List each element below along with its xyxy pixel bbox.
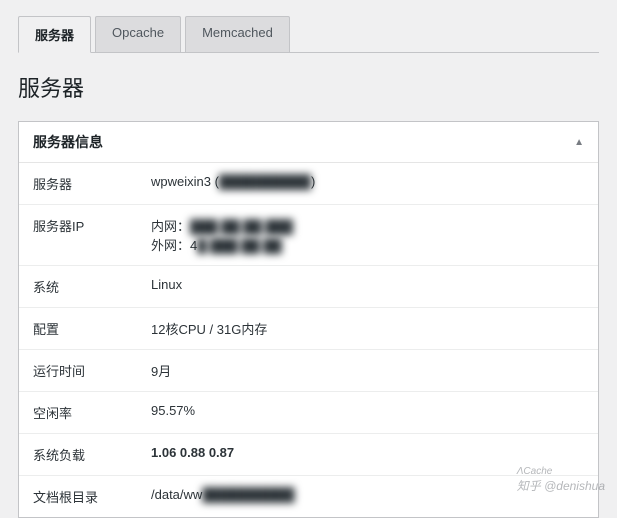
row-value-server-name: wpweixin3 (██████████) xyxy=(137,163,598,205)
tab-server[interactable]: 服务器 xyxy=(18,16,91,53)
server-hostname-tail: ) xyxy=(311,174,315,189)
panel-header[interactable]: 服务器信息 ▲ xyxy=(19,122,598,163)
table-row: 服务器IP 内网：███.██.██.███ 外网：4█.███.██.██ xyxy=(19,205,598,266)
server-info-table: 服务器 wpweixin3 (██████████) 服务器IP 内网：███.… xyxy=(19,163,598,517)
row-label: 配置 xyxy=(19,308,137,350)
table-row: 空闲率 95.57% xyxy=(19,392,598,434)
server-hostname: wpweixin3 ( xyxy=(151,174,219,189)
tab-memcached[interactable]: Memcached xyxy=(185,16,290,52)
table-row: 系统负载 1.06 0.88 0.87 xyxy=(19,434,598,476)
table-row: 服务器 wpweixin3 (██████████) xyxy=(19,163,598,205)
page-title: 服务器 xyxy=(18,71,599,103)
row-label: 系统 xyxy=(19,266,137,308)
row-value-server-ip: 内网：███.██.██.███ 外网：4█.███.██.██ xyxy=(137,205,598,266)
table-row: 系统 Linux xyxy=(19,266,598,308)
table-row: 运行时间 9月 xyxy=(19,350,598,392)
server-info-panel: 服务器信息 ▲ 服务器 wpweixin3 (██████████) 服务器IP… xyxy=(18,121,599,518)
row-value-docroot: /data/ww██████████ xyxy=(137,476,598,518)
row-value-load: 1.06 0.88 0.87 xyxy=(137,434,598,476)
tab-opcache[interactable]: Opcache xyxy=(95,16,181,52)
row-label: 服务器 xyxy=(19,163,137,205)
redacted-text: ███.██.██.███ xyxy=(190,219,293,234)
row-value-uptime: 9月 xyxy=(137,350,598,392)
external-ip-label: 外网： xyxy=(151,238,190,253)
redacted-text: ██████████ xyxy=(219,174,311,189)
row-label: 空闲率 xyxy=(19,392,137,434)
row-label: 文档根目录 xyxy=(19,476,137,518)
row-value-idle: 95.57% xyxy=(137,392,598,434)
table-row: 配置 12核CPU / 31G内存 xyxy=(19,308,598,350)
row-value-config: 12核CPU / 31G内存 xyxy=(137,308,598,350)
panel-title: 服务器信息 xyxy=(33,132,103,152)
tab-bar: 服务器 Opcache Memcached xyxy=(18,16,599,53)
internal-ip-label: 内网： xyxy=(151,219,190,234)
row-label: 服务器IP xyxy=(19,205,137,266)
collapse-caret-icon: ▲ xyxy=(574,137,584,148)
redacted-text: █.███.██.██ xyxy=(197,238,282,253)
row-label: 系统负载 xyxy=(19,434,137,476)
table-row: 文档根目录 /data/ww██████████ xyxy=(19,476,598,518)
row-label: 运行时间 xyxy=(19,350,137,392)
row-value-os: Linux xyxy=(137,266,598,308)
